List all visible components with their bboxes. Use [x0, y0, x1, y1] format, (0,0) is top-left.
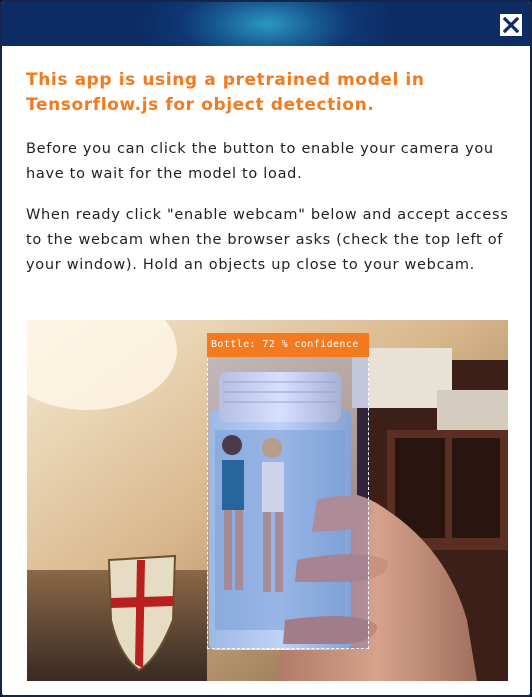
- modal-header: [2, 2, 530, 46]
- info-modal: This app is using a pretrained model in …: [0, 0, 532, 697]
- intro-paragraph-instructions: When ready click "enable webcam" below a…: [26, 207, 509, 273]
- detection-label: Bottle: 72 % confidence: [207, 333, 369, 357]
- modal-content: This app is using a pretrained model in …: [26, 68, 510, 278]
- close-x-icon: [503, 17, 519, 33]
- close-button[interactable]: [498, 12, 524, 38]
- page-title: This app is using a pretrained model in …: [26, 70, 425, 115]
- intro-paragraph-loading: Before you can click the button to enabl…: [26, 141, 494, 182]
- detection-bounding-box: [207, 333, 369, 649]
- webcam-feed: Bottle: 72 % confidence: [27, 320, 508, 681]
